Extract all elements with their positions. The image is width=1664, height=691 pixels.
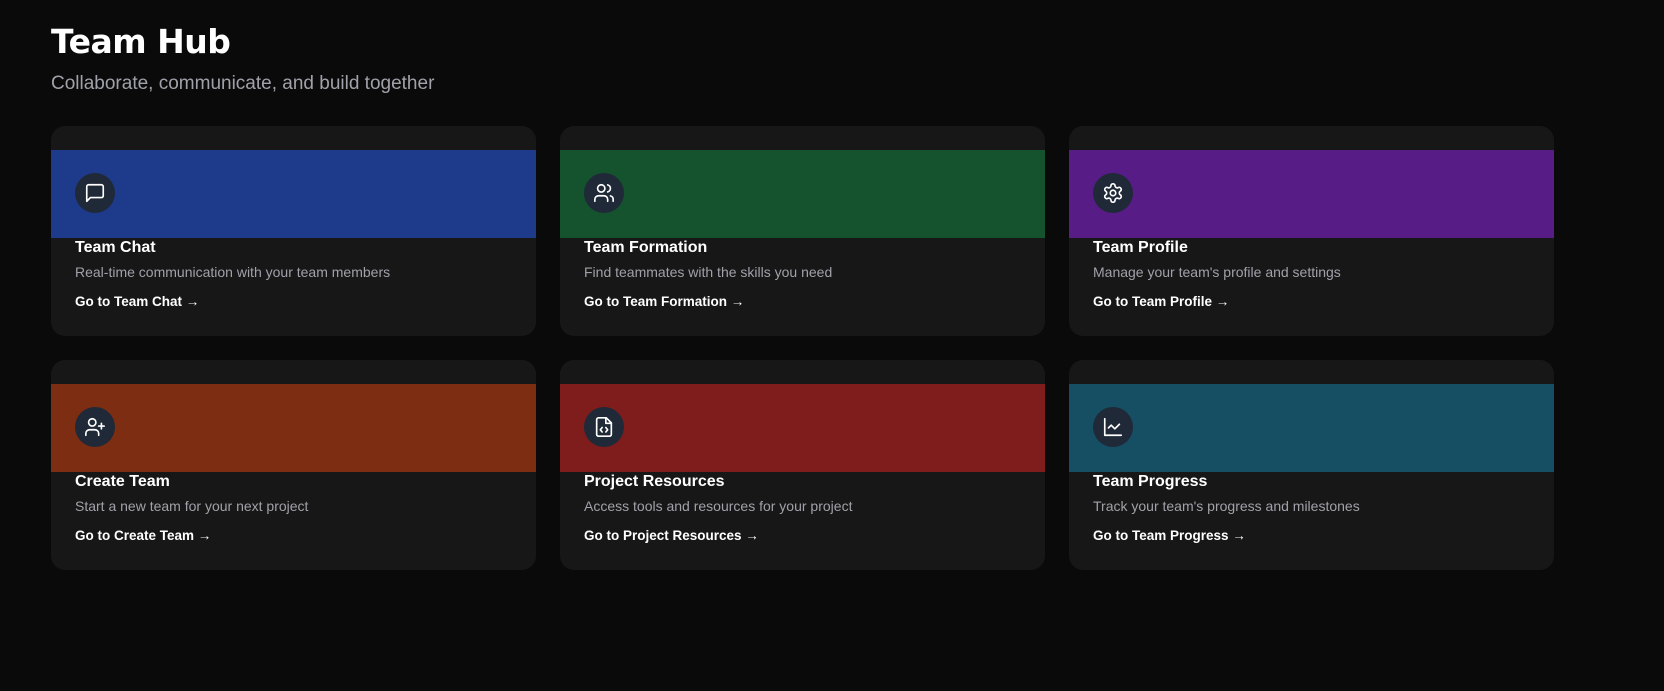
card-title: Team Progress <box>1093 473 1208 490</box>
card-title: Team Profile <box>1093 239 1188 256</box>
card-description: Start a new team for your next project <box>75 498 309 514</box>
card-description: Access tools and resources for your proj… <box>584 498 853 514</box>
card-title: Team Formation <box>584 239 708 256</box>
card-title: Project Resources <box>584 473 725 490</box>
team-profile-card[interactable]: Team Profile Manage your team's profile … <box>1069 126 1554 336</box>
team-chat-card[interactable]: Team Chat Real-time communication with y… <box>51 126 536 336</box>
team-formation-card[interactable]: Team Formation Find teammates with the s… <box>560 126 1045 336</box>
card-description: Manage your team's profile and settings <box>1093 264 1341 280</box>
team-hub-page: Team Hub Collaborate, communicate, and b… <box>0 0 1664 691</box>
go-to-team-formation-link[interactable]: Go to Team Formation → <box>584 293 744 311</box>
create-team-card[interactable]: Create Team Start a new team for your ne… <box>51 360 536 570</box>
line-chart-icon <box>1093 407 1133 447</box>
card-description: Track your team's progress and milestone… <box>1093 498 1360 514</box>
card-color-band <box>51 384 536 472</box>
card-color-band <box>51 150 536 238</box>
settings-gear-icon <box>1093 173 1133 213</box>
go-to-team-profile-link[interactable]: Go to Team Profile → <box>1093 293 1229 311</box>
page-title: Team Hub <box>51 22 231 61</box>
card-color-band <box>560 150 1045 238</box>
message-square-icon <box>75 173 115 213</box>
go-to-project-resources-link[interactable]: Go to Project Resources → <box>584 527 759 545</box>
project-resources-card[interactable]: Project Resources Access tools and resou… <box>560 360 1045 570</box>
card-color-band <box>560 384 1045 472</box>
card-description: Real-time communication with your team m… <box>75 264 391 280</box>
card-description: Find teammates with the skills you need <box>584 264 833 280</box>
card-color-band <box>1069 384 1554 472</box>
page-subtitle: Collaborate, communicate, and build toge… <box>51 73 435 94</box>
go-to-create-team-link[interactable]: Go to Create Team → <box>75 527 211 545</box>
feature-card-grid: Team Chat Real-time communication with y… <box>51 126 1613 570</box>
go-to-team-progress-link[interactable]: Go to Team Progress → <box>1093 527 1246 545</box>
go-to-team-chat-link[interactable]: Go to Team Chat → <box>75 293 199 311</box>
card-title: Create Team <box>75 473 170 490</box>
team-progress-card[interactable]: Team Progress Track your team's progress… <box>1069 360 1554 570</box>
users-icon <box>584 173 624 213</box>
card-title: Team Chat <box>75 239 156 256</box>
user-plus-icon <box>75 407 115 447</box>
file-code-icon <box>584 407 624 447</box>
card-color-band <box>1069 150 1554 238</box>
